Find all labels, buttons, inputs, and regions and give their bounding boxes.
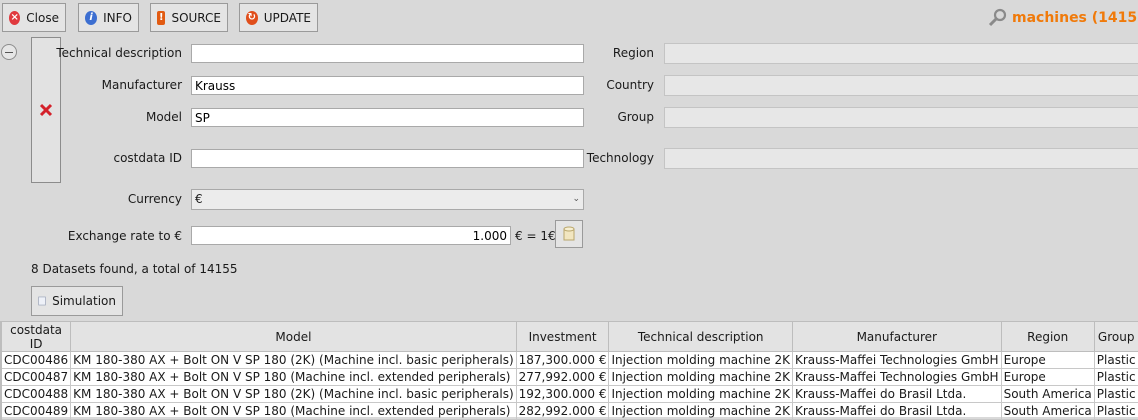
cell-model: KM 180-380 AX + Bolt ON V SP 180 (2K) (M… <box>71 386 516 403</box>
costdata-id-input[interactable] <box>191 149 584 168</box>
column-header-investment[interactable]: Investment <box>516 322 609 352</box>
table-row[interactable]: CDC00487 KM 180-380 AX + Bolt ON V SP 18… <box>1 369 1138 386</box>
table-row[interactable]: CDC00488 KM 180-380 AX + Bolt ON V SP 18… <box>1 386 1138 403</box>
simulation-button[interactable]: Simulation <box>31 286 123 316</box>
results-grid: costdata ID Model Investment Technical d… <box>0 321 1138 417</box>
model-input[interactable] <box>191 108 584 127</box>
region-select[interactable] <box>664 43 1138 64</box>
country-select[interactable] <box>664 75 1138 96</box>
cell-technical-description: Injection molding machine 2K <box>609 369 793 386</box>
search-icon <box>988 8 1008 28</box>
window-title: machines (14155 <box>988 8 1138 28</box>
source-button[interactable]: ! SOURCE <box>150 3 228 32</box>
manufacturer-input[interactable] <box>191 76 584 95</box>
cell-manufacturer: Krauss-Maffei do Brasil Ltda. <box>792 386 1001 403</box>
close-icon: × <box>9 11 20 25</box>
model-label: Model <box>146 110 182 124</box>
manufacturer-label: Manufacturer <box>102 78 182 92</box>
exchange-rate-suffix: € = 1€ <box>515 229 556 243</box>
source-icon: ! <box>157 11 165 25</box>
cell-investment: 187,300.000 € <box>516 352 609 369</box>
close-label: Close <box>26 11 59 25</box>
column-header-manufacturer[interactable]: Manufacturer <box>792 322 1001 352</box>
column-header-model[interactable]: Model <box>71 322 516 352</box>
title-text: machines (14155 <box>1012 10 1138 26</box>
cell-group: Plastic <box>1094 352 1138 369</box>
technical-description-label: Technical description <box>56 46 182 60</box>
cell-costdata-id: CDC00486 <box>2 352 71 369</box>
results-table: costdata ID Model Investment Technical d… <box>0 321 1138 420</box>
info-button[interactable]: i INFO <box>78 3 139 32</box>
technology-label: Technology <box>587 151 654 165</box>
cell-investment: 277,992.000 € <box>516 369 609 386</box>
header-row: costdata ID Model Investment Technical d… <box>1 322 1138 352</box>
collapse-icon[interactable] <box>1 44 17 60</box>
cell-investment: 192,300.000 € <box>516 386 609 403</box>
exchange-rate-label: Exchange rate to € <box>68 229 182 243</box>
cell-costdata-id: CDC00487 <box>2 369 71 386</box>
column-header-technical-description[interactable]: Technical description <box>609 322 793 352</box>
cell-region: Europe <box>1001 369 1094 386</box>
chevron-down-icon: ⌄ <box>572 192 580 207</box>
refresh-icon: ↻ <box>246 11 258 25</box>
technical-description-input[interactable] <box>191 44 584 63</box>
result-status: 8 Datasets found, a total of 14155 <box>31 262 238 276</box>
update-button[interactable]: ↻ UPDATE <box>239 3 318 32</box>
cell-region: Europe <box>1001 352 1094 369</box>
costdata-id-label: costdata ID <box>113 151 182 165</box>
exchange-rate-input[interactable] <box>191 226 511 245</box>
cell-model: KM 180-380 AX + Bolt ON V SP 180 (2K) (M… <box>71 352 516 369</box>
update-label: UPDATE <box>264 11 311 25</box>
cell-model: KM 180-380 AX + Bolt ON V SP 180 (Machin… <box>71 369 516 386</box>
technology-select[interactable] <box>664 148 1138 169</box>
database-icon <box>563 226 575 242</box>
currency-label: Currency <box>128 192 182 206</box>
table-row[interactable]: CDC00486 KM 180-380 AX + Bolt ON V SP 18… <box>1 352 1138 369</box>
cell-costdata-id: CDC00488 <box>2 386 71 403</box>
cell-technical-description: Injection molding machine 2K <box>609 352 793 369</box>
cell-group: Plastic <box>1094 386 1138 403</box>
column-header-group[interactable]: Group <box>1094 322 1138 352</box>
region-label: Region <box>613 46 654 60</box>
database-button[interactable] <box>555 220 583 248</box>
cell-manufacturer: Krauss-Maffei Technologies GmbH <box>792 369 1001 386</box>
cell-technical-description: Injection molding machine 2K <box>609 386 793 403</box>
cell-group: Plastic <box>1094 369 1138 386</box>
currency-value: € <box>195 192 203 207</box>
group-select[interactable] <box>664 107 1138 128</box>
close-button[interactable]: × Close <box>2 3 66 32</box>
currency-select[interactable]: € ⌄ <box>191 189 584 210</box>
column-header-region[interactable]: Region <box>1001 322 1094 352</box>
info-icon: i <box>85 11 97 25</box>
info-label: INFO <box>103 11 132 25</box>
cell-region: South America <box>1001 386 1094 403</box>
simulation-label: Simulation <box>52 294 116 308</box>
clear-x-icon <box>39 103 53 117</box>
source-label: SOURCE <box>171 11 221 25</box>
group-label: Group <box>617 110 654 124</box>
document-icon <box>38 294 46 308</box>
country-label: Country <box>606 78 654 92</box>
toolbar: × Close i INFO ! SOURCE ↻ UPDATE machine… <box>0 0 1138 37</box>
cell-manufacturer: Krauss-Maffei Technologies GmbH <box>792 352 1001 369</box>
column-header-costdata-id[interactable]: costdata ID <box>2 322 71 352</box>
